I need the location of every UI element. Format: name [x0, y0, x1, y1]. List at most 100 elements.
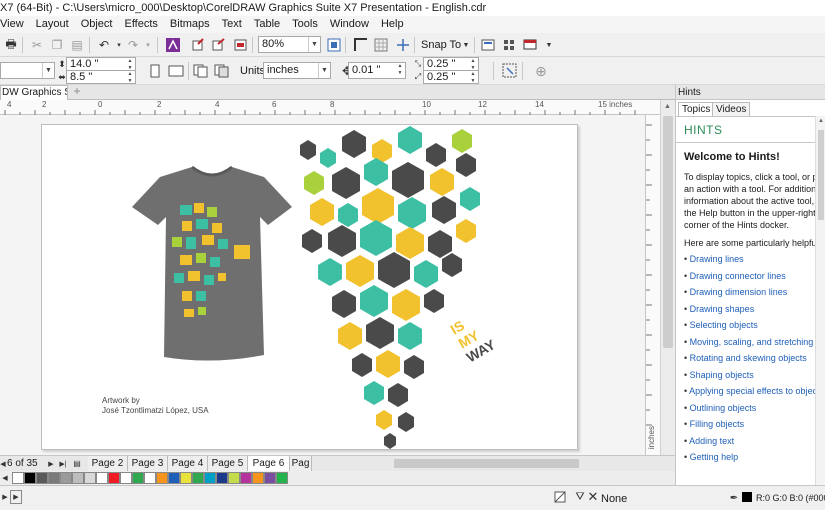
hint-link[interactable]: Selecting objects	[684, 317, 825, 334]
snap-to-label[interactable]: Snap To	[421, 39, 461, 51]
outline-color-swatch[interactable]	[742, 492, 752, 502]
add-page-icon[interactable]: ▤	[72, 456, 82, 471]
tab-topics[interactable]: Topics	[678, 102, 715, 116]
first-page-icon[interactable]: ◀	[0, 456, 6, 471]
palette-swatch[interactable]	[72, 472, 84, 484]
full-screen-icon[interactable]	[325, 36, 343, 54]
page-height-field[interactable]: 8.5 " ▲ ▼	[66, 70, 136, 84]
chevron-down-icon[interactable]: ▼	[318, 63, 330, 78]
vertical-scrollbar[interactable]: ▲	[660, 100, 675, 455]
hint-link[interactable]: Moving, scaling, and stretching obje	[684, 334, 825, 351]
palette-swatch[interactable]	[180, 472, 192, 484]
menu-window[interactable]: Window	[324, 16, 375, 33]
nudge-distance-field[interactable]: 0.01 " ▲ ▼	[348, 62, 406, 79]
duplicate-x-field[interactable]: 0.25 " ▲ ▼	[423, 57, 479, 71]
status-menu-icon[interactable]: ▶	[10, 490, 22, 504]
chevron-down-icon[interactable]: ▼	[42, 63, 54, 78]
palette-swatch[interactable]	[168, 472, 180, 484]
scroll-up-icon[interactable]: ▲	[818, 118, 824, 124]
grid-icon[interactable]	[372, 36, 390, 54]
stepper-icon[interactable]: ▲ ▼	[468, 71, 478, 83]
palette-swatch[interactable]	[12, 472, 24, 484]
new-tab-icon[interactable]: +	[70, 85, 84, 99]
drawing-canvas[interactable]: IS MY WAY Artwork by José Tzontlimatzi L…	[0, 115, 645, 455]
palette-swatch[interactable]	[48, 472, 60, 484]
welcome-screen-icon[interactable]	[522, 36, 540, 54]
hint-link[interactable]: Drawing dimension lines	[684, 284, 825, 301]
tab-videos[interactable]: Videos	[712, 102, 751, 116]
export-icon[interactable]	[210, 36, 228, 54]
palette-swatch[interactable]	[156, 472, 168, 484]
stepper-icon[interactable]: ▲ ▼	[125, 71, 135, 83]
palette-swatch[interactable]	[204, 472, 216, 484]
hint-link[interactable]: Drawing connector lines	[684, 268, 825, 285]
palette-swatch[interactable]	[144, 472, 156, 484]
menu-bitmaps[interactable]: Bitmaps	[164, 16, 216, 33]
palette-swatch[interactable]	[84, 472, 96, 484]
page-tab[interactable]: Pag	[290, 456, 312, 471]
status-expand-icon[interactable]: ▶	[0, 490, 10, 504]
application-launcher-icon[interactable]	[500, 36, 518, 54]
print-icon[interactable]: 🖶	[2, 36, 20, 54]
copy-icon[interactable]: ❐	[48, 36, 66, 54]
vertical-ruler[interactable]: inches	[645, 115, 660, 455]
palette-swatch[interactable]	[240, 472, 252, 484]
no-fill-icon[interactable]: ✕	[586, 489, 600, 504]
scroll-up-icon[interactable]: ▲	[664, 103, 671, 110]
docker-scrollbar[interactable]: ▲	[815, 116, 825, 485]
last-page-icon[interactable]: ▶|	[58, 456, 68, 471]
add-icon[interactable]: ⊕	[532, 62, 550, 80]
docker-scroll-thumb[interactable]	[818, 130, 824, 220]
menu-effects[interactable]: Effects	[118, 16, 163, 33]
hint-link[interactable]: Adding text	[684, 433, 825, 450]
hint-link[interactable]: Rotating and skewing objects	[684, 350, 825, 367]
page-tab[interactable]: Page 4	[168, 456, 208, 471]
options-icon[interactable]	[479, 36, 497, 54]
palette-scroll-left-icon[interactable]: ◀	[0, 471, 10, 485]
menu-tools[interactable]: Tools	[286, 16, 324, 33]
palette-swatch[interactable]	[276, 472, 288, 484]
hint-link[interactable]: Applying special effects to objects	[684, 383, 825, 400]
page-tab[interactable]: Page 3	[128, 456, 168, 471]
hint-link[interactable]: Filling objects	[684, 416, 825, 433]
menu-help[interactable]: Help	[375, 16, 410, 33]
palette-swatch[interactable]	[36, 472, 48, 484]
redo-dropdown-icon[interactable]: ▾	[139, 36, 157, 54]
snap-to-dropdown-icon[interactable]: ▼	[457, 36, 475, 54]
palette-swatch[interactable]	[96, 472, 108, 484]
palette-swatch[interactable]	[60, 472, 72, 484]
drawing-page[interactable]: IS MY WAY Artwork by José Tzontlimatzi L…	[41, 124, 578, 450]
guidelines-icon[interactable]	[394, 36, 412, 54]
palette-swatch[interactable]	[252, 472, 264, 484]
palette-swatch[interactable]	[192, 472, 204, 484]
zoom-level-combo[interactable]: 80% ▼	[258, 36, 321, 53]
landscape-icon[interactable]	[167, 62, 185, 80]
hint-link[interactable]: Getting help	[684, 449, 825, 466]
units-combo[interactable]: inches ▼	[263, 62, 331, 79]
duplicate-y-field[interactable]: 0.25 " ▲ ▼	[423, 70, 479, 84]
hint-link[interactable]: Drawing shapes	[684, 301, 825, 318]
hint-link[interactable]: Drawing lines	[684, 251, 825, 268]
palette-swatch[interactable]	[120, 472, 132, 484]
publish-pdf-icon[interactable]	[232, 36, 250, 54]
portrait-icon[interactable]	[146, 62, 164, 80]
menu-layout[interactable]: Layout	[30, 16, 75, 33]
vertical-scroll-thumb[interactable]	[663, 116, 673, 348]
palette-swatch[interactable]	[264, 472, 276, 484]
palette-swatch[interactable]	[228, 472, 240, 484]
palette-swatch[interactable]	[132, 472, 144, 484]
stepper-icon[interactable]: ▲ ▼	[395, 63, 405, 78]
outline-pen-icon[interactable]: ✒	[729, 491, 739, 505]
search-content-icon[interactable]	[164, 36, 182, 54]
cut-icon[interactable]: ✂	[28, 36, 46, 54]
welcome-dropdown-icon[interactable]: ▼	[540, 36, 558, 54]
fill-bucket-icon[interactable]: ⛛	[574, 490, 586, 504]
hint-link[interactable]: Outlining objects	[684, 400, 825, 417]
menu-text[interactable]: Text	[216, 16, 248, 33]
quick-customize-icon[interactable]	[501, 62, 519, 80]
page-tab[interactable]: Page 5	[208, 456, 248, 471]
palette-swatch[interactable]	[24, 472, 36, 484]
menu-table[interactable]: Table	[248, 16, 286, 33]
page-width-field[interactable]: 14.0 " ▲ ▼	[66, 57, 136, 71]
import-icon[interactable]	[190, 36, 208, 54]
